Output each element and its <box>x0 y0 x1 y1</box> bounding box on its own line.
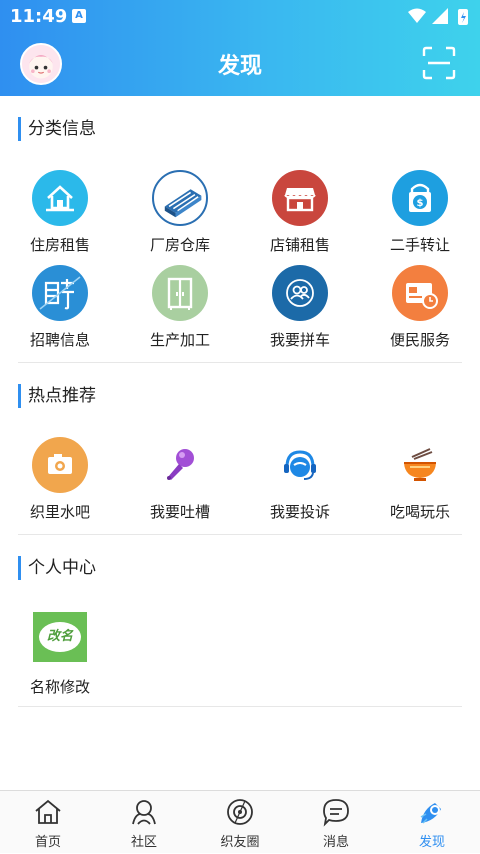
section-title: 个人中心 <box>18 556 462 580</box>
status-bar: 11:49 A <box>0 0 480 32</box>
rename-icon: 改名 <box>33 612 87 662</box>
grid-item-processing[interactable]: 生产加工 <box>120 265 240 350</box>
tab-label: 发现 <box>418 835 445 850</box>
tab-label: 社区 <box>130 835 157 850</box>
section-divider <box>18 362 462 363</box>
grid-item-label: 生产加工 <box>149 331 210 349</box>
tab-home[interactable]: 首页 <box>0 791 96 854</box>
grid-item-label: 店铺租售 <box>269 236 330 254</box>
grid-item-label: 二手转让 <box>389 236 450 254</box>
recruit-icon <box>32 265 88 321</box>
rename-badge-text: 改名 <box>39 622 81 652</box>
camera-icon <box>32 437 88 493</box>
tab-friends-circle[interactable]: 织友圈 <box>192 791 288 854</box>
grid-item-label: 吃喝玩乐 <box>389 503 450 521</box>
scan-icon[interactable] <box>422 46 456 80</box>
grid-item-secondhand[interactable]: $ 二手转让 <box>360 170 480 255</box>
page-title: 发现 <box>217 54 262 79</box>
section-classified-info: 分类信息 <box>18 117 462 141</box>
grid-item-label: 便民服务 <box>389 331 450 349</box>
tab-label: 首页 <box>34 835 61 850</box>
tab-label: 织友圈 <box>220 835 260 850</box>
house-icon <box>32 170 88 226</box>
svg-text:$: $ <box>417 198 424 209</box>
grid-item-label: 我要吐槽 <box>149 503 210 521</box>
factory-icon <box>152 170 208 226</box>
shop-icon <box>272 170 328 226</box>
grid-item-label: 我要投诉 <box>269 503 330 521</box>
grid-item-label: 我要拼车 <box>269 331 330 349</box>
grid-item-recruit[interactable]: 招聘信息 <box>0 265 120 350</box>
grid-item-label: 厂房仓库 <box>149 236 210 254</box>
community-icon <box>132 800 156 825</box>
headset-icon <box>272 437 328 493</box>
notification-a-icon: A <box>72 9 86 23</box>
bag-dollar-icon: $ <box>392 170 448 226</box>
grid-item-rename[interactable]: 改名 名称修改 <box>0 612 120 697</box>
tab-community[interactable]: 社区 <box>96 791 192 854</box>
section-divider <box>18 534 462 535</box>
grid-item-label: 织里水吧 <box>29 503 90 521</box>
tab-messages[interactable]: 消息 <box>288 791 384 854</box>
grid-item-carpool[interactable]: 我要拼车 <box>240 265 360 350</box>
grid-item-label: 住房租售 <box>29 236 90 254</box>
card-clock-icon <box>392 265 448 321</box>
status-time: 11:49 <box>10 6 68 27</box>
grid-item-complain-rant[interactable]: 我要吐槽 <box>120 437 240 522</box>
carpool-icon <box>272 265 328 321</box>
noodle-bowl-icon <box>392 437 448 493</box>
section-personal-center: 个人中心 <box>18 556 462 580</box>
section-hot-recommend: 热点推荐 <box>18 384 462 408</box>
grid-item-housing[interactable]: 住房租售 <box>0 170 120 255</box>
microphone-icon <box>152 437 208 493</box>
signal-icon <box>432 8 448 24</box>
section-divider <box>18 706 462 707</box>
grid-item-food-fun[interactable]: 吃喝玩乐 <box>360 437 480 522</box>
bottom-tab-bar: 首页 社区 织友圈 消息 发现 <box>0 790 480 853</box>
message-icon <box>323 799 349 827</box>
section-title: 热点推荐 <box>18 384 462 408</box>
grid-item-water-bar[interactable]: 织里水吧 <box>0 437 120 522</box>
grid-item-complaint[interactable]: 我要投诉 <box>240 437 360 522</box>
discover-icon <box>420 803 441 824</box>
grid-item-shop[interactable]: 店铺租售 <box>240 170 360 255</box>
section-title: 分类信息 <box>18 117 462 141</box>
wifi-icon <box>408 8 426 23</box>
tab-discover[interactable]: 发现 <box>384 791 480 854</box>
friends-circle-icon <box>227 799 253 825</box>
cabinet-icon <box>152 265 208 321</box>
grid-item-label: 名称修改 <box>29 678 90 696</box>
tab-label: 消息 <box>322 835 349 850</box>
status-icons <box>408 8 468 25</box>
grid-item-label: 招聘信息 <box>29 331 90 349</box>
grid-item-factory[interactable]: 厂房仓库 <box>120 170 240 255</box>
app-header: 11:49 A 发现 <box>0 0 480 96</box>
grid-item-convenience[interactable]: 便民服务 <box>360 265 480 350</box>
home-icon <box>35 799 61 824</box>
